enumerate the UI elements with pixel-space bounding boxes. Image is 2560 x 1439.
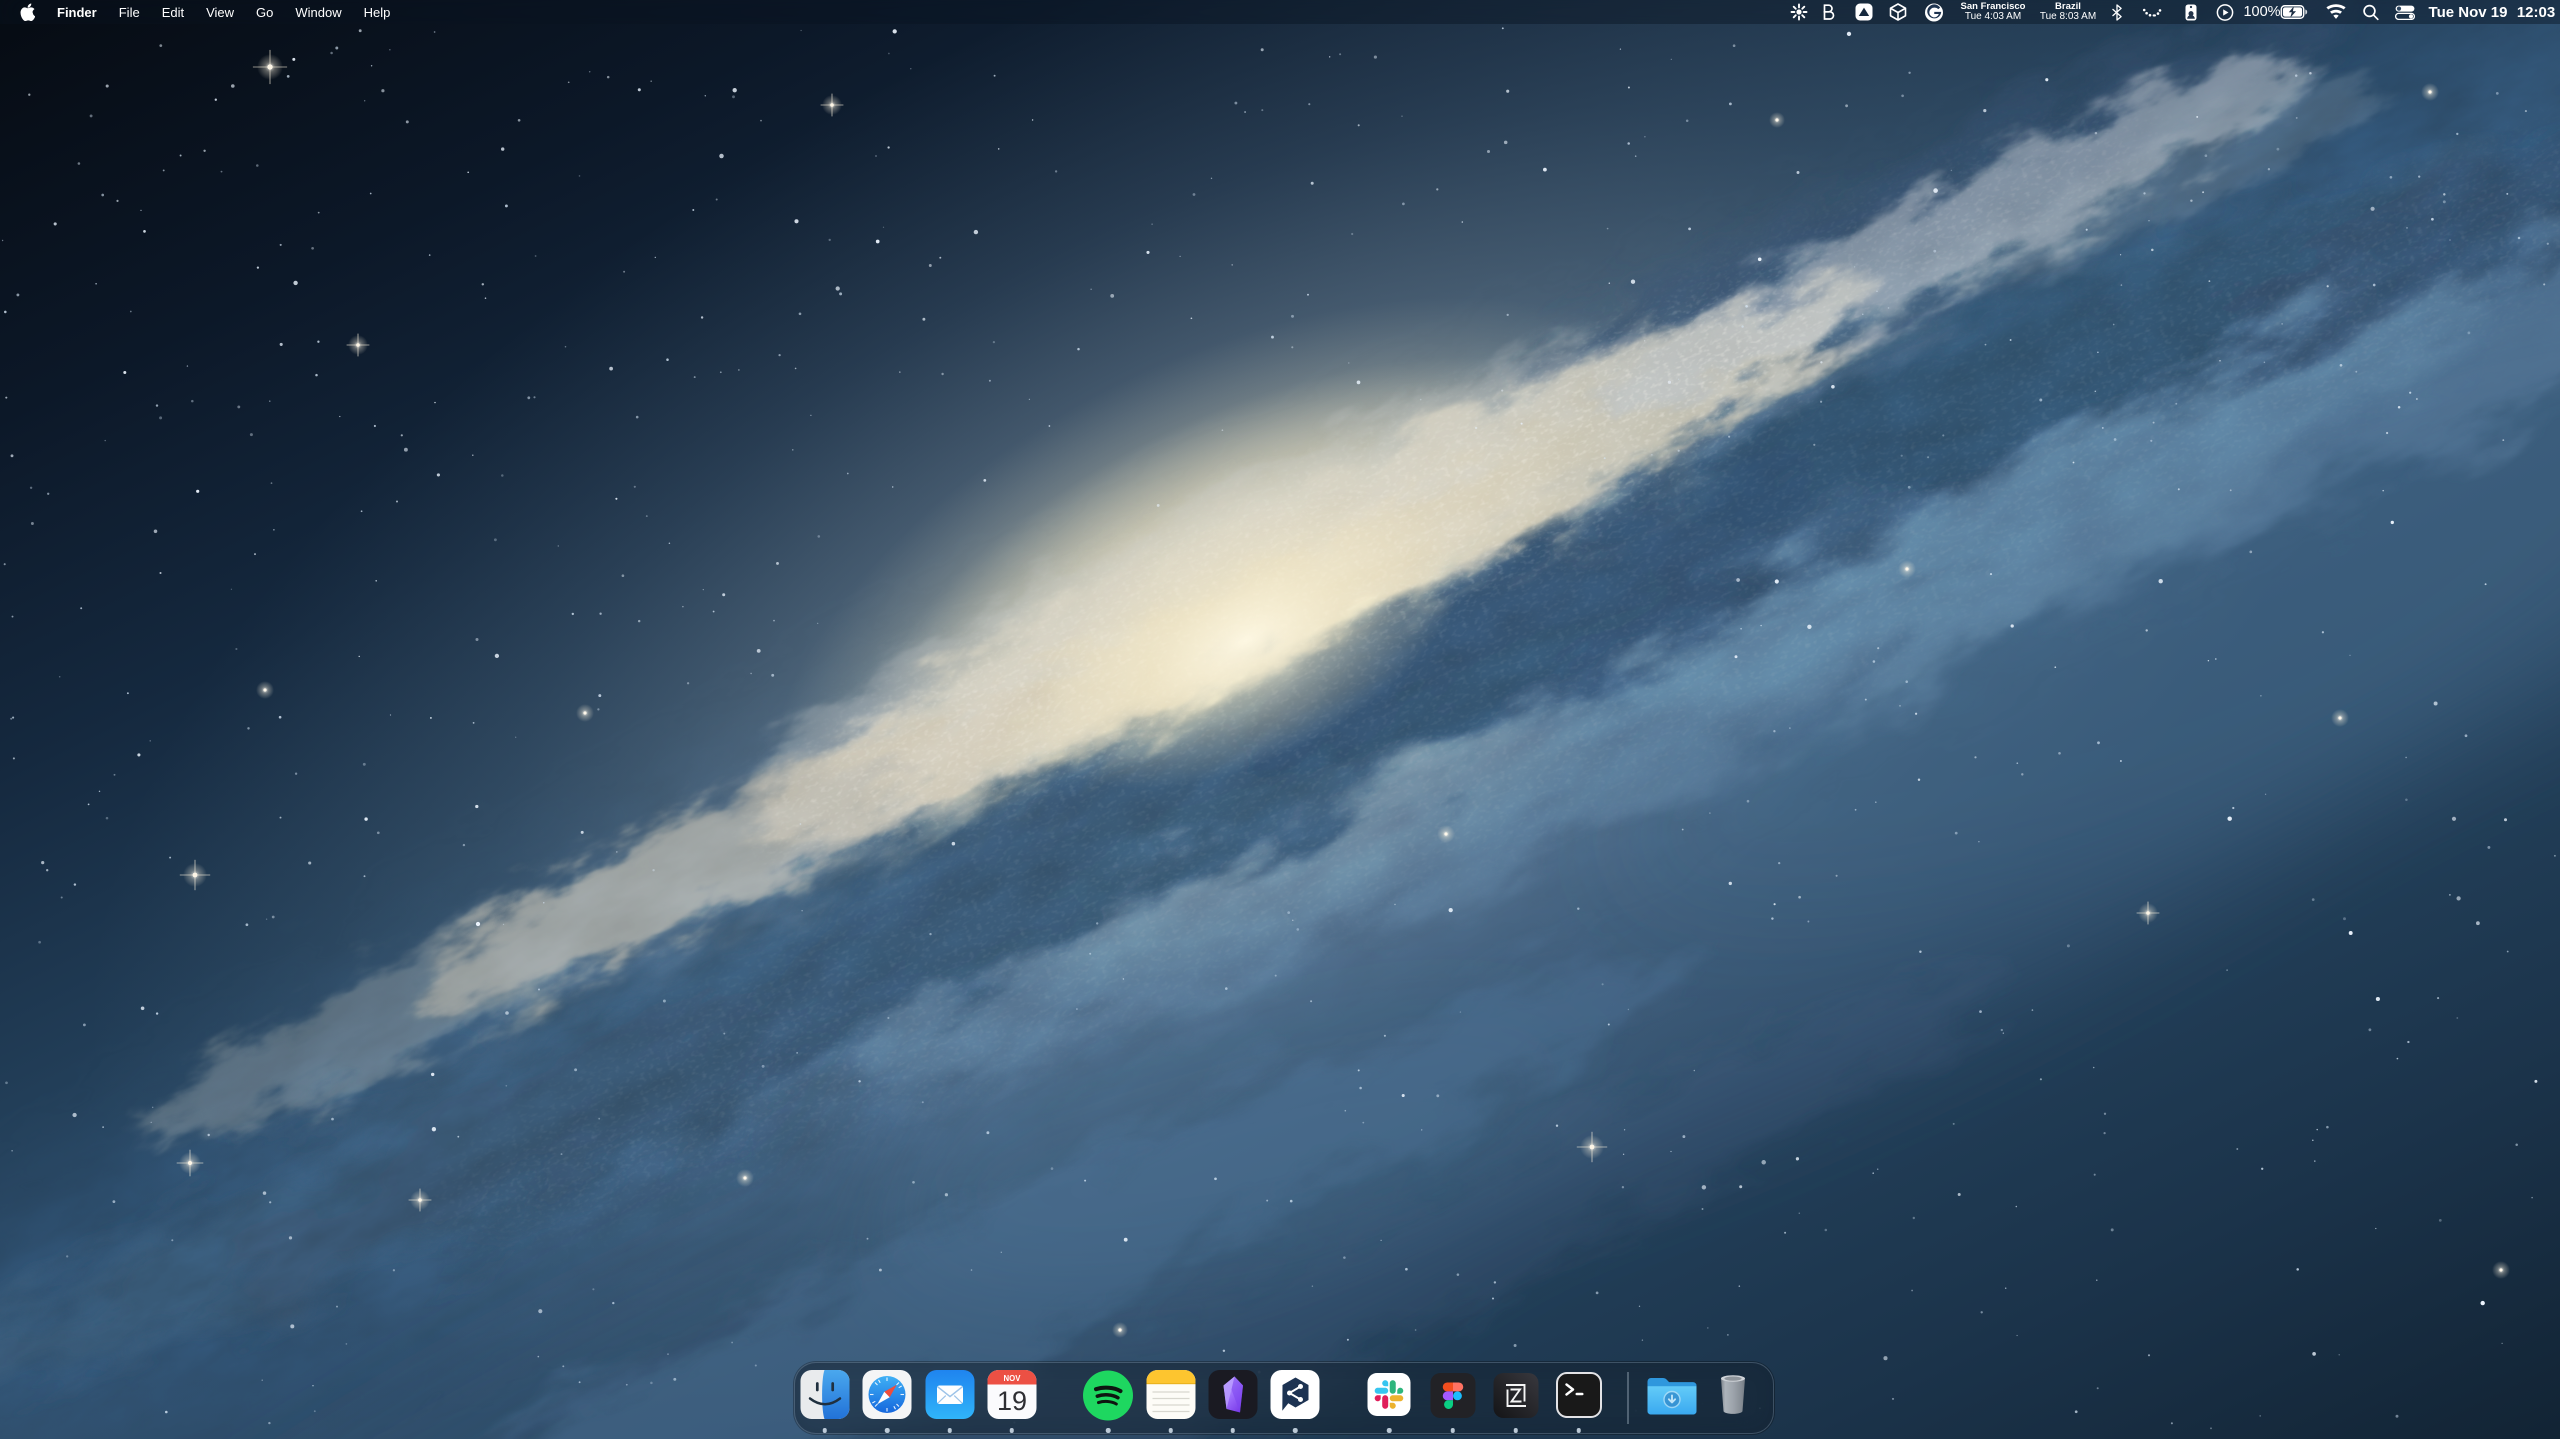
svg-text:NOV: NOV [1003,1374,1021,1383]
svg-text:19: 19 [996,1386,1026,1416]
